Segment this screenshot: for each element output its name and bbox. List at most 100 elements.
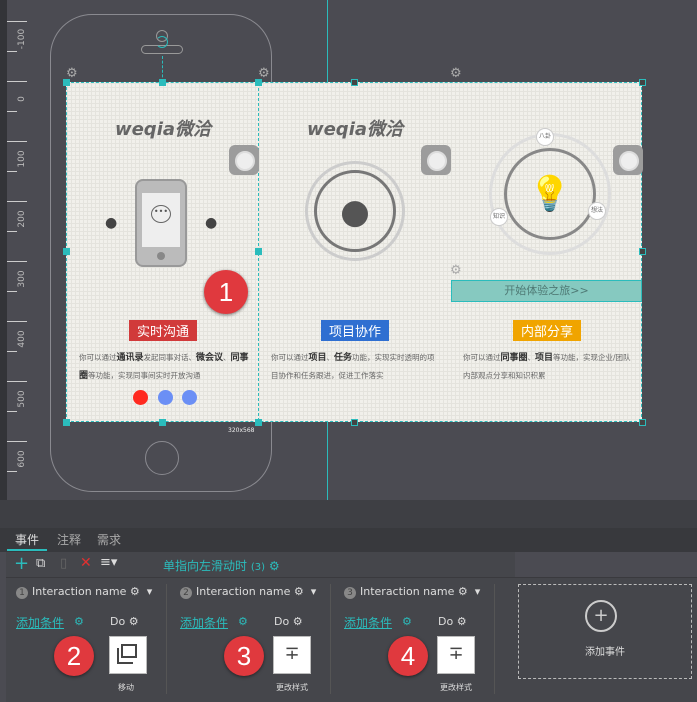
swipe-gesture-icon[interactable] xyxy=(141,30,183,56)
interaction-number: 1 xyxy=(16,587,28,599)
gear-icon[interactable]: ⚙ xyxy=(238,615,248,628)
gear-icon[interactable]: ⚙ xyxy=(269,559,280,573)
ruler-tick xyxy=(7,141,27,142)
sharing-illustration: 💡 八卦 想法 知识 xyxy=(489,128,611,255)
slide-2: weqia微洽 ● 项目协作 你可以通过项目、任务功能，实现实时透明的项目协作和… xyxy=(259,83,451,421)
marker-4: 4 xyxy=(388,636,428,676)
delete-icon[interactable]: ✕ xyxy=(80,555,92,571)
interaction-name[interactable]: Interaction name xyxy=(196,585,290,598)
interaction-1[interactable]: 1 Interaction name ⚙ ▾ 添加条件 ⚙ Do ⚙ 移动 2 xyxy=(6,578,166,702)
resize-handle[interactable] xyxy=(159,419,166,426)
tab-notes[interactable]: 注释 xyxy=(57,531,81,548)
feature-badge: 实时沟通 xyxy=(128,320,198,341)
tab-events[interactable]: 事件 xyxy=(15,531,39,548)
cta-button[interactable]: 开始体验之旅>> xyxy=(451,280,642,302)
pagination-dot[interactable] xyxy=(158,390,173,405)
button-icon xyxy=(421,145,451,175)
slide-3: 💡 八卦 想法 知识 开始体验之旅>> 内部分享 你可以通过同事圈、项目等功能，… xyxy=(451,83,643,421)
ruler-tick xyxy=(7,81,27,82)
gear-icon[interactable]: ⚙ xyxy=(66,66,78,81)
add-condition-link[interactable]: 添加条件 xyxy=(16,614,64,631)
gear-icon[interactable]: ⚙ xyxy=(450,263,462,278)
ruler-tick xyxy=(7,291,17,292)
gear-icon[interactable]: ⚙ xyxy=(74,615,84,628)
gear-icon[interactable]: ⚙ xyxy=(258,66,270,81)
marker-3: 3 xyxy=(224,636,264,676)
dropdown-arrow-icon[interactable]: ▾ xyxy=(475,585,481,598)
event-name: 单指向左滑动时 xyxy=(163,559,248,573)
button-icon xyxy=(613,145,643,175)
weqia-logo: weqia微洽 xyxy=(114,119,212,140)
resize-handle[interactable] xyxy=(639,419,646,426)
add-icon[interactable]: + xyxy=(14,553,29,574)
resize-handle[interactable] xyxy=(351,419,358,426)
interaction-3[interactable]: 3 Interaction name ⚙ ▾ 添加条件 ⚙ Do ⚙ ∓ 更改样式… xyxy=(334,578,494,702)
ruler-label: 500 xyxy=(17,390,27,408)
resize-handle[interactable] xyxy=(639,248,646,255)
add-condition-link[interactable]: 添加条件 xyxy=(180,614,228,631)
orbit-label: 八卦 xyxy=(536,128,554,146)
ruler-tick xyxy=(7,411,17,412)
add-condition-link[interactable]: 添加条件 xyxy=(344,614,392,631)
resize-handle[interactable] xyxy=(63,248,70,255)
clipboard-icon[interactable]: ▯ xyxy=(60,556,67,571)
list-menu-icon[interactable]: ≡▾ xyxy=(100,555,117,570)
ruler-label: 100 xyxy=(17,150,27,168)
gear-icon[interactable]: ⚙ xyxy=(402,615,412,628)
resize-handle[interactable] xyxy=(255,248,262,255)
button-icon xyxy=(229,145,259,175)
gear-icon[interactable]: ⚙ xyxy=(294,585,304,598)
style-icon[interactable]: ∓ xyxy=(437,636,475,674)
pagination-dot[interactable] xyxy=(182,390,197,405)
interaction-name[interactable]: Interaction name xyxy=(32,585,126,598)
ruler-tick xyxy=(7,111,17,112)
resize-handle[interactable] xyxy=(63,419,70,426)
feature-badge: 内部分享 xyxy=(512,320,582,341)
resize-handle[interactable] xyxy=(351,79,358,86)
event-tab[interactable]: 单指向左滑动时 (3) ⚙ xyxy=(145,552,515,578)
add-event-button[interactable]: + 添加事件 xyxy=(518,584,692,679)
ruler-tick xyxy=(7,231,17,232)
marker-2: 2 xyxy=(54,636,94,676)
duplicate-icon[interactable]: ⧉ xyxy=(36,556,45,571)
ruler-label: 0 xyxy=(17,96,27,102)
resize-handle[interactable] xyxy=(159,79,166,86)
ruler-label: 200 xyxy=(17,210,27,228)
move-icon[interactable] xyxy=(109,636,147,674)
interaction-2[interactable]: 2 Interaction name ⚙ ▾ 添加条件 ⚙ Do ⚙ ∓ 更改样式… xyxy=(170,578,330,702)
phone-home-button xyxy=(145,441,179,475)
gear-icon[interactable]: ⚙ xyxy=(130,585,140,598)
style-icon[interactable]: ∓ xyxy=(273,636,311,674)
interaction-name[interactable]: Interaction name xyxy=(360,585,454,598)
gear-icon[interactable]: ⚙ xyxy=(450,66,462,81)
feature-description: 你可以通过通讯录发起同事对话、微会议、同事圈等功能，实现同事间实时开放沟通 xyxy=(79,353,249,381)
action-label: 移动 xyxy=(118,683,134,692)
user-icon: ● xyxy=(205,215,218,231)
dynamic-panel-slides[interactable]: weqia微洽 ••• ● ● 实时沟通 你可以通过通讯录发起同事对话、微会议、… xyxy=(66,82,643,422)
add-event-label: 添加事件 xyxy=(585,647,625,658)
dropdown-arrow-icon[interactable]: ▾ xyxy=(311,585,317,598)
ruler-tick xyxy=(7,51,17,52)
tab-requirements[interactable]: 需求 xyxy=(97,531,121,548)
panel-tabs: 事件 注释 需求 xyxy=(0,528,697,552)
resize-handle[interactable] xyxy=(255,419,262,426)
gear-icon[interactable]: ⚙ xyxy=(458,585,468,598)
ruler-tick xyxy=(7,351,17,352)
ruler-tick xyxy=(7,201,27,202)
ruler-label: 600 xyxy=(17,450,27,468)
dropdown-arrow-icon[interactable]: ▾ xyxy=(147,585,153,598)
ruler-tick xyxy=(7,471,17,472)
action-label: 更改样式 xyxy=(276,683,308,692)
size-label: 320x568 xyxy=(228,427,255,434)
slide-1: weqia微洽 ••• ● ● 实时沟通 你可以通过通讯录发起同事对话、微会议、… xyxy=(67,83,259,421)
plus-circle-icon: + xyxy=(585,600,617,632)
ruler-tick xyxy=(7,171,17,172)
ruler-tick xyxy=(7,261,27,262)
do-label: Do ⚙ xyxy=(110,615,139,628)
vertical-ruler: -100 0 100 200 300 400 500 600 xyxy=(0,0,28,520)
orbit-label: 想法 xyxy=(588,202,606,220)
resize-handle[interactable] xyxy=(639,79,646,86)
event-count: (3) xyxy=(250,562,266,573)
pagination-dot-active[interactable] xyxy=(133,390,148,405)
ruler-tick xyxy=(7,441,27,442)
